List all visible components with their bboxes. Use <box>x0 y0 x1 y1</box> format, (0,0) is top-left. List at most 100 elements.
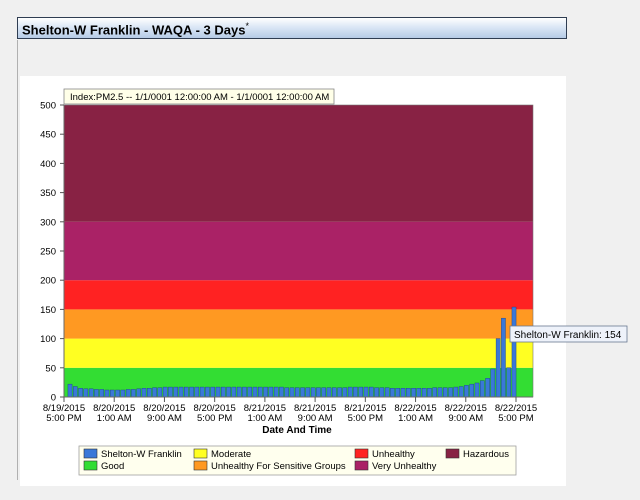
bar <box>152 387 157 398</box>
bar <box>110 389 115 398</box>
legend-label: Unhealthy For Sensitive Groups <box>211 461 346 472</box>
bar <box>162 386 168 398</box>
bar <box>199 386 205 398</box>
x-ticks: 8/19/20155:00 PM8/20/20151:00 AM8/20/201… <box>43 397 537 424</box>
bar <box>168 386 173 398</box>
bar <box>242 386 247 398</box>
y-ticks: 0 50 100 150 200 250 300 350 400 450 500 <box>40 101 64 404</box>
bar <box>205 386 210 398</box>
bar <box>173 386 178 398</box>
x-tick-label-time: 9:00 AM <box>147 413 182 424</box>
bar <box>184 386 189 398</box>
bar <box>147 388 152 398</box>
bar <box>369 386 374 398</box>
x-tick-label-time: 9:00 AM <box>298 413 333 424</box>
bar <box>141 388 147 398</box>
index-label: Index:PM2.5 -- 1/1/0001 12:00:00 AM - 1/… <box>70 92 329 103</box>
bar <box>501 317 506 398</box>
y-tick-label: 400 <box>40 159 56 170</box>
tooltip-text: Shelton-W Franklin: 154 <box>514 330 622 341</box>
legend-swatch <box>193 460 208 471</box>
legend-swatch <box>354 448 369 459</box>
bar <box>279 386 284 398</box>
y-tick-label: 150 <box>40 305 56 316</box>
x-tick-label-time: 1:00 AM <box>247 413 282 424</box>
bar <box>374 387 379 398</box>
legend-swatch <box>193 448 208 459</box>
bar <box>480 380 485 398</box>
bar <box>337 387 342 398</box>
y-tick-label: 300 <box>40 217 56 228</box>
bar <box>120 389 126 398</box>
bar <box>427 388 432 398</box>
bar <box>305 387 311 398</box>
bar <box>67 383 73 398</box>
bar <box>73 386 78 398</box>
bar <box>485 378 490 398</box>
bar <box>268 386 274 398</box>
bar <box>263 386 268 398</box>
bar <box>511 306 517 398</box>
bar <box>115 389 120 398</box>
index-label-box: Index:PM2.5 -- 1/1/0001 12:00:00 AM - 1/… <box>63 88 335 105</box>
bar <box>395 388 400 398</box>
bar <box>437 387 443 398</box>
y-tick-label: 200 <box>40 276 56 287</box>
legend-swatch <box>83 460 98 471</box>
band-unhealthy-for-sensitive-groups <box>64 309 533 339</box>
legend-swatch <box>445 448 460 459</box>
bar <box>342 387 348 398</box>
bar <box>310 387 316 398</box>
bar <box>78 388 83 398</box>
bar <box>432 387 437 398</box>
bar <box>469 383 474 398</box>
legend-label: Hazardous <box>463 449 509 460</box>
x-axis-title: Date And Time <box>262 425 332 436</box>
hover-tooltip: Shelton-W Franklin: 154 <box>509 325 628 343</box>
bar <box>384 387 390 398</box>
bar <box>300 387 305 398</box>
bar <box>358 386 363 398</box>
bar <box>131 389 136 398</box>
bar <box>458 386 464 398</box>
bar <box>453 386 459 398</box>
bar <box>284 387 289 398</box>
bar <box>321 387 326 398</box>
bar <box>363 386 369 398</box>
legend-label: Shelton-W Franklin <box>101 449 182 460</box>
bar <box>347 386 353 398</box>
aqi-bands <box>64 105 533 397</box>
bar <box>390 388 395 398</box>
bar <box>326 387 332 398</box>
bar <box>236 386 242 398</box>
legend-label: Very Unhealthy <box>372 461 437 472</box>
y-tick-label: 100 <box>40 334 56 345</box>
bar <box>247 386 252 398</box>
bar <box>189 386 194 398</box>
bar <box>416 388 422 398</box>
bar <box>289 387 295 398</box>
bar <box>210 386 215 398</box>
bar <box>406 388 411 398</box>
bar <box>258 386 263 398</box>
legend-swatch <box>354 460 369 471</box>
y-tick-label: 0 <box>51 393 56 404</box>
bar <box>99 389 104 398</box>
bar <box>221 386 226 398</box>
x-tick-label-time: 1:00 AM <box>398 413 433 424</box>
y-tick-label: 350 <box>40 188 56 199</box>
band-very-unhealthy <box>64 221 533 281</box>
y-tick-label: 450 <box>40 130 56 141</box>
bar <box>506 367 511 398</box>
bar <box>273 386 279 398</box>
bar <box>252 386 258 398</box>
bar <box>464 385 469 398</box>
legend-label: Unhealthy <box>372 449 415 460</box>
bar <box>421 388 427 398</box>
legend-label: Good <box>101 461 124 472</box>
x-tick-label-time: 5:00 PM <box>46 413 81 424</box>
bar <box>353 386 358 398</box>
x-tick-label-time: 5:00 PM <box>348 413 383 424</box>
bar <box>443 387 448 398</box>
bar <box>490 368 496 398</box>
